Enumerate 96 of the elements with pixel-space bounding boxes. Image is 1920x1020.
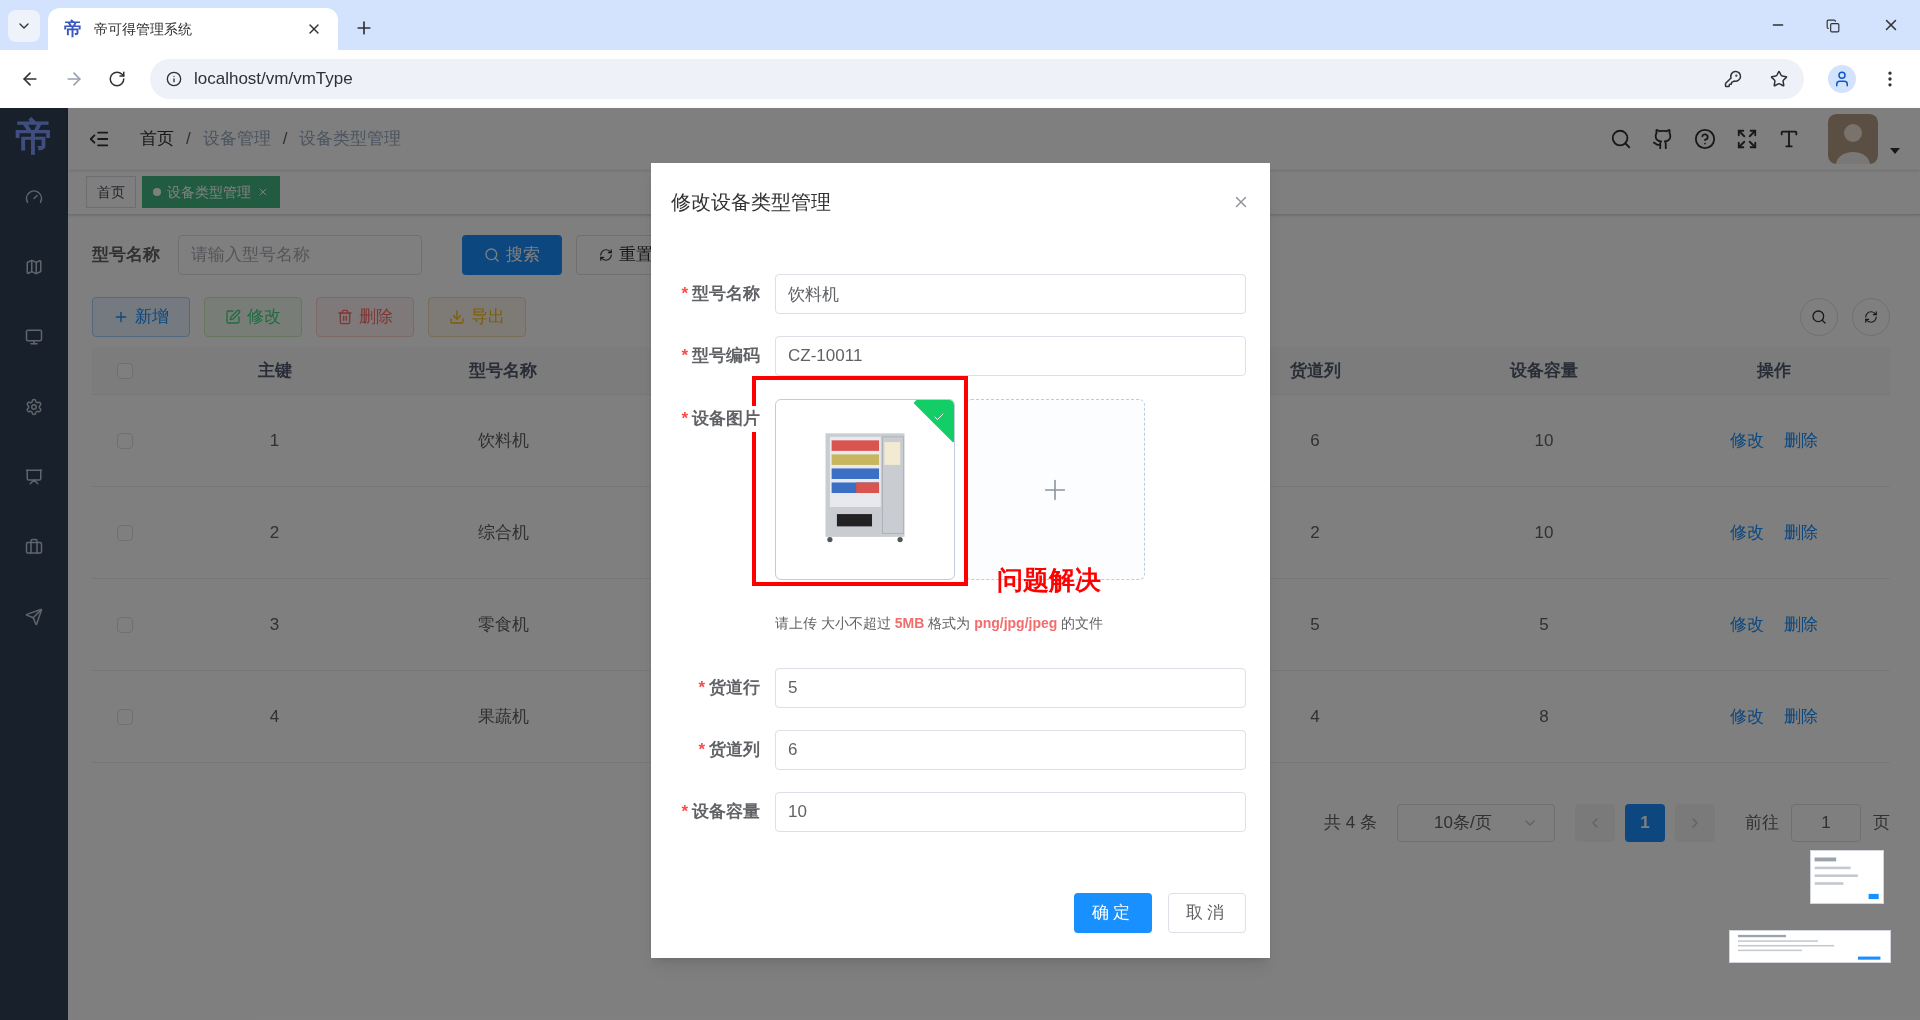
required-mark: * [681,283,688,306]
table-cell-text: 饮料机 [477,429,529,452]
table-cell-text: 10 [1534,521,1554,544]
paper-plane-icon[interactable] [25,608,43,626]
text-size-icon[interactable] [1778,128,1800,150]
search-icon [484,247,500,263]
settings-icon[interactable] [25,398,43,416]
delete-link[interactable]: 删除 [1784,427,1818,454]
delete-link[interactable]: 删除 [1784,703,1818,730]
tag-tab[interactable]: 设备类型管理 [142,176,280,208]
field-label: 型号名称 [92,244,161,267]
table-cell-text: 5 [1310,613,1320,636]
export-button[interactable]: 导出 [428,297,526,337]
logo: 帝 [15,115,53,160]
confirm-button[interactable]: 确定 [1074,893,1152,933]
table-cell-text: 零食机 [477,613,529,636]
person-icon [1833,70,1851,88]
table-cell-text: 综合机 [477,521,529,544]
monitor-icon[interactable] [25,328,43,346]
text-field[interactable]: 6 [775,730,1246,770]
help-icon[interactable] [1694,128,1716,150]
map-icon[interactable] [25,258,43,276]
uploaded-image-card[interactable] [775,399,955,580]
tab-title: 帝可得管理系统 [94,19,193,39]
table-cell-text: 10 [1534,429,1554,452]
text-field[interactable]: 10 [775,792,1246,832]
edit-link[interactable]: 修改 [1730,427,1764,454]
page-size-select[interactable]: 10条/页 [1397,804,1555,842]
goto-label: 前往 [1745,812,1779,835]
goto-page-field[interactable]: 1 [1791,804,1861,842]
annotation-text: 问题解决 [997,564,1101,597]
breadcrumb-item[interactable]: 首页 [140,126,174,152]
edit-link[interactable]: 修改 [1730,703,1764,730]
total-count: 共 4 条 [1324,812,1377,835]
refresh-icon [1864,310,1878,324]
search-button[interactable]: 搜索 [462,235,562,275]
required-mark: * [698,739,705,762]
delete-link[interactable]: 删除 [1784,611,1818,638]
restore-icon[interactable] [1826,19,1840,33]
add-button[interactable]: 新增 [92,297,190,337]
table-cell-text: 8 [1539,705,1549,728]
fullscreen-icon[interactable] [1736,128,1758,150]
dialog-title: 修改设备类型管理 [671,190,831,215]
edit-link[interactable]: 修改 [1730,611,1764,638]
table-cell-text: 果蔬机 [477,705,529,728]
page-button[interactable]: 1 [1625,804,1665,842]
star-icon[interactable] [1770,70,1788,88]
profile-button[interactable] [1828,65,1856,93]
refresh-icon [599,248,613,262]
text-field[interactable]: CZ-10011 [775,336,1246,376]
trash-icon [337,309,353,325]
browser-tab[interactable]: 帝 帝可得管理系统 [48,8,338,50]
delete-link[interactable]: 删除 [1784,519,1818,546]
download-icon [449,309,465,325]
table-cell-text: 4 [269,705,280,728]
caret-icon[interactable] [1890,148,1900,154]
field-label: 设备图片 [692,406,760,432]
breadcrumb-separator: / [282,128,288,151]
table-cell-text: 6 [1310,429,1320,452]
cancel-button[interactable]: 取消 [1168,893,1246,933]
info-icon[interactable] [166,71,182,87]
table-cell-text: 3 [269,613,280,636]
breadcrumb-separator: / [186,128,191,151]
upload-hint: 请上传 大小不超过 5MB 格式为 png/jpg/jpeg 的文件 [775,614,1105,633]
table-cell-text: 4 [1310,705,1320,728]
goto-suffix: 页 [1873,812,1890,835]
briefcase-icon[interactable] [25,538,43,556]
gauge-icon[interactable] [25,188,43,206]
search-icon[interactable] [1610,128,1632,150]
plus-icon [113,309,129,325]
column-header: 设备容量 [1510,359,1578,382]
required-mark: * [698,677,705,700]
url-text: localhost/vm/vmType [194,68,354,91]
column-header: 操作 [1757,359,1791,382]
required-mark: * [681,408,688,431]
favicon: 帝 [64,17,82,41]
required-mark: * [681,345,688,368]
reload-icon[interactable] [108,70,126,88]
table-cell-text: 5 [1539,613,1549,636]
column-header: 主键 [257,359,292,382]
text-field[interactable]: 5 [775,668,1246,708]
table-cell-text: 2 [269,521,280,544]
key-icon[interactable] [1724,70,1742,88]
github-icon[interactable] [1652,128,1674,150]
search-icon [1811,309,1827,325]
required-mark: * [681,801,688,824]
edit-icon [225,309,241,325]
table-cell-text: 1 [269,429,280,452]
tab-list-button[interactable] [8,10,40,42]
text-field[interactable]: 饮料机 [775,274,1246,314]
edit-link[interactable]: 修改 [1730,519,1764,546]
column-header: 型号名称 [469,359,537,382]
table-cell-text: 2 [1310,521,1320,544]
column-header: 货道列 [1289,359,1341,382]
tag-tab[interactable]: 首页 [86,176,136,208]
address-bar[interactable]: localhost/vm/vmType [150,59,1804,99]
